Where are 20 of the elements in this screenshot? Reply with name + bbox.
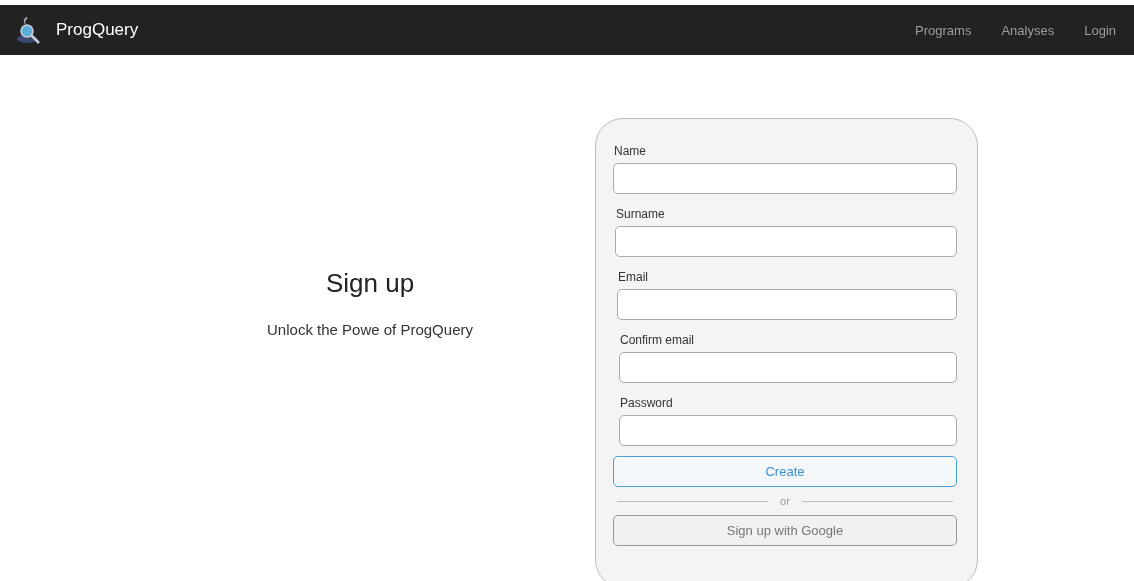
nav-link[interactable]: Login [1084, 22, 1116, 38]
field-label: Email [618, 270, 648, 284]
nav-link[interactable]: Programs [915, 22, 972, 38]
input-field[interactable] [619, 415, 957, 446]
field-label: Surname [616, 207, 665, 221]
input-field[interactable] [617, 289, 957, 320]
page-title: Sign up [325, 268, 415, 299]
field-label: Password [620, 396, 673, 410]
magnifier-logo-icon [16, 15, 42, 45]
brand-name[interactable]: ProgQuery [56, 20, 139, 40]
input-field[interactable] [615, 226, 957, 257]
field-label: Name [614, 144, 646, 158]
field-label: Confirm email [620, 333, 694, 347]
nav-link[interactable]: Analyses [1001, 22, 1055, 38]
input-field[interactable] [619, 352, 957, 383]
page-subtitle: Unlock the Powe of ProgQuery [267, 321, 473, 338]
google-signup-button[interactable]: Sign up with Google [613, 515, 957, 546]
input-field[interactable] [613, 163, 957, 194]
create-button[interactable]: Create [613, 456, 957, 487]
divider-text: or [780, 495, 790, 507]
